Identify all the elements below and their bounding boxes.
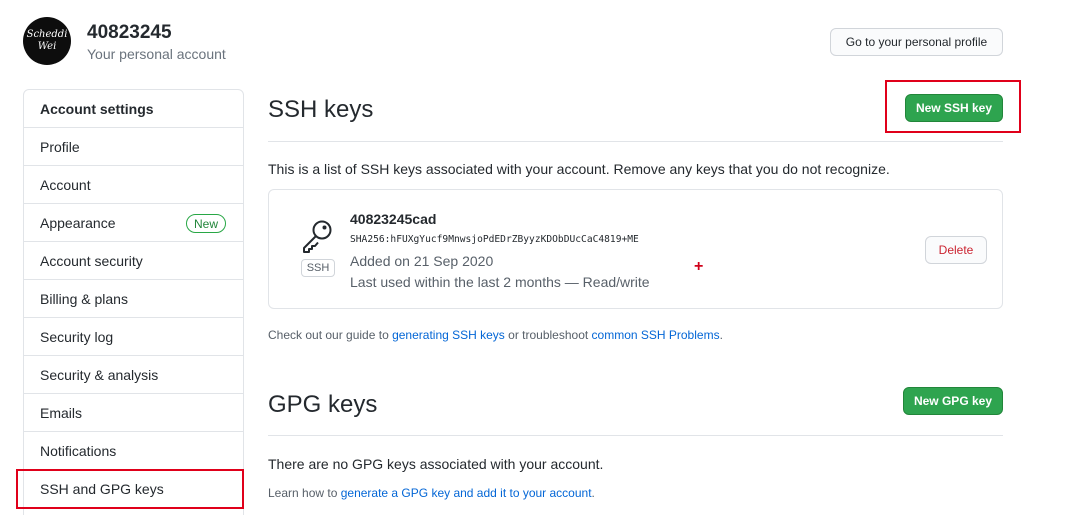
- account-username: 40823245: [87, 22, 172, 43]
- sidebar-item-label: Account security: [40, 252, 143, 269]
- sidebar-item-label: Appearance: [40, 214, 116, 231]
- sidebar-item-billing[interactable]: Billing & plans: [24, 280, 243, 318]
- crosshair-cursor-icon: +: [694, 258, 704, 275]
- highlight-box-new-ssh-key: [885, 80, 1021, 133]
- gpg-empty-text: There are no GPG keys associated with yo…: [268, 456, 604, 472]
- settings-sidebar: Account settings Profile Account Appeara…: [23, 89, 244, 515]
- gpg-learn-prefix: Learn how to: [268, 486, 341, 500]
- generate-gpg-key-link[interactable]: generate a GPG key and add it to your ac…: [341, 486, 592, 500]
- sidebar-heading: Account settings: [24, 90, 243, 128]
- new-gpg-key-button[interactable]: New GPG key: [903, 387, 1003, 415]
- sidebar-item-label: Billing & plans: [40, 290, 128, 307]
- key-icon: [303, 220, 332, 253]
- delete-ssh-key-button[interactable]: Delete: [925, 236, 987, 264]
- sidebar-item-notifications[interactable]: Notifications: [24, 432, 243, 470]
- gpg-learn-suffix: .: [591, 486, 595, 500]
- account-subtitle: Your personal account: [87, 46, 226, 62]
- sidebar-item-emails[interactable]: Emails: [24, 394, 243, 432]
- gpg-learn-text: Learn how to generate a GPG key and add …: [268, 486, 595, 500]
- generating-ssh-keys-link[interactable]: generating SSH keys: [392, 328, 505, 342]
- ssh-divider: [268, 141, 1003, 142]
- sidebar-item-profile[interactable]: Profile: [24, 128, 243, 166]
- sidebar-item-security-analysis[interactable]: Security & analysis: [24, 356, 243, 394]
- avatar-text-line1: Scheddi: [26, 29, 68, 40]
- sidebar-item-security-log[interactable]: Security log: [24, 318, 243, 356]
- go-to-profile-button[interactable]: Go to your personal profile: [830, 28, 1003, 56]
- sidebar-item-account-security[interactable]: Account security: [24, 242, 243, 280]
- ssh-guide-text: Check out our guide to generating SSH ke…: [268, 328, 723, 342]
- ssh-key-name: 40823245cad: [350, 211, 437, 227]
- ssh-guide-middle: or troubleshoot: [504, 328, 592, 342]
- ssh-key-card: SSH 40823245cad SHA256:hFUXgYucf9MnwsjoP…: [268, 189, 1003, 309]
- ssh-guide-suffix: .: [719, 328, 723, 342]
- ssh-type-badge: SSH: [301, 259, 335, 277]
- ssh-key-last-used: Last used within the last 2 months — Rea…: [350, 274, 650, 290]
- highlight-box-sidebar-ssh: [16, 469, 244, 509]
- ssh-guide-prefix: Check out our guide to: [268, 328, 393, 342]
- sidebar-item-label: Emails: [40, 404, 83, 421]
- new-badge: New: [186, 214, 227, 233]
- sidebar-item-account[interactable]: Account: [24, 166, 243, 204]
- gpg-divider: [268, 435, 1003, 436]
- ssh-description: This is a list of SSH keys associated wi…: [268, 161, 890, 177]
- sidebar-item-appearance[interactable]: Appearance New: [24, 204, 243, 242]
- sidebar-item-label: Security log: [40, 328, 114, 345]
- sidebar-item-label: Security & analysis: [40, 366, 159, 383]
- sidebar-item-label: Profile: [40, 138, 80, 155]
- ssh-key-added-date: Added on 21 Sep 2020: [350, 253, 494, 269]
- common-ssh-problems-link[interactable]: common SSH Problems: [592, 328, 720, 342]
- avatar[interactable]: Scheddi Wei: [23, 17, 71, 65]
- sidebar-item-label: Notifications: [40, 442, 117, 459]
- ssh-keys-title: SSH keys: [268, 96, 374, 123]
- avatar-text-line2: Wei: [37, 41, 57, 52]
- ssh-key-fingerprint: SHA256:hFUXgYucf9MnwsjoPdEDrZByyzKDObDUc…: [350, 234, 639, 245]
- gpg-keys-title: GPG keys: [268, 391, 378, 418]
- sidebar-item-label: Account: [40, 176, 91, 193]
